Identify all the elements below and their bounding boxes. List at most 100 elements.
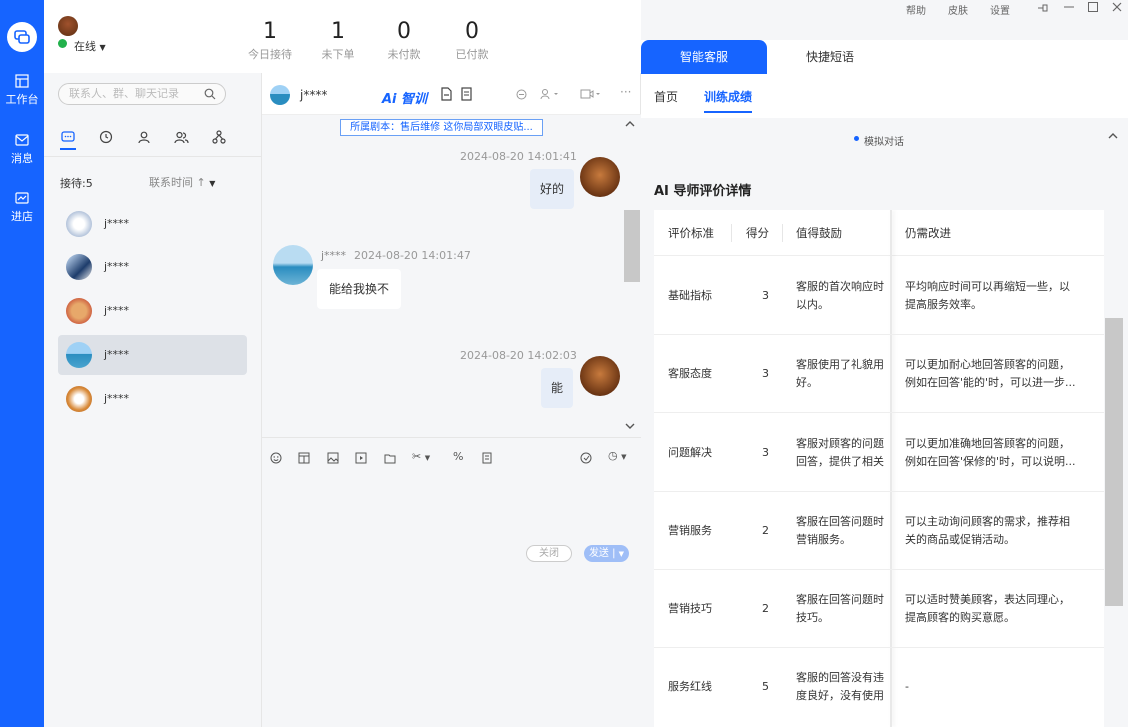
image-icon[interactable] [327,452,339,464]
report-icon[interactable] [460,87,473,101]
help-link[interactable]: 帮助 [906,2,926,17]
skin-link[interactable]: 皮肤 [948,2,968,17]
chevron-up-icon[interactable] [625,120,635,127]
subtab-home[interactable]: 首页 [654,88,678,105]
cell-good: 营销服务。 [796,533,851,546]
search-icon[interactable] [204,88,216,100]
chevron-up-icon[interactable] [1108,132,1118,139]
contact-item[interactable]: j**** [58,291,247,331]
tab-quick-phrases[interactable]: 快捷短语 [767,40,893,74]
rail-item-store[interactable]: 进店 [0,191,44,224]
send-label: 发送 [588,548,609,559]
message-bubble: 能 [541,368,574,408]
cell-good: 度良好，没有使用 [796,689,884,702]
message-input[interactable]: 关闭 发送 | ▼ [262,477,641,727]
pin-icon[interactable] [1037,3,1049,13]
cell-score: 2 [762,602,769,615]
contact-icon[interactable] [137,130,151,144]
message-time: 2024-08-20 14:01:47 [354,249,471,262]
message-time: 2024-08-20 14:02:03 [460,349,577,362]
cell-score: 5 [762,680,769,693]
cell-criterion: 服务红线 [668,680,712,693]
chat-panel: j**** Ai 智训 ··· 所属剧本：售后维修 这你局部双眼皮贴... 20… [262,73,641,727]
video-file-icon[interactable] [355,452,367,464]
close-button[interactable]: 关闭 [526,545,572,562]
rail-item-workbench[interactable]: 工作台 [0,74,44,107]
cell-good: 客服的回答没有违 [796,671,884,684]
col-criterion: 评价标准 [668,226,714,240]
avatar [66,298,92,324]
close-icon[interactable] [1112,2,1122,12]
cell-good: 以内。 [796,298,829,311]
scrollbar-thumb[interactable] [1105,318,1123,606]
stat-value: 1 [331,19,345,44]
sort-label: 联系时间 [149,176,193,189]
org-icon[interactable] [212,130,226,144]
table-row: 营销服务 2 客服在回答问题时 营销服务。 可以主动询问顾客的需求，推荐相 关的… [654,492,1104,570]
folder-icon[interactable] [384,452,396,464]
simulated-dialog-label[interactable]: 模拟对话 [864,133,904,148]
rail-item-message[interactable]: 消息 [0,133,44,166]
stat-label: 已付款 [455,48,489,61]
video-icon[interactable] [580,88,602,100]
sort-dropdown[interactable]: 联系时间 ↑ ▼ [149,174,215,190]
caret-down-icon: ▼ [209,179,216,188]
message-icon [15,134,29,146]
history-icon[interactable] [99,130,113,144]
stat-unpaid: 0 未付款 [374,20,434,62]
settings-link[interactable]: 设置 [990,2,1010,17]
stat-today: 1 今日接待 [240,20,300,62]
emoji-icon[interactable] [270,452,282,464]
app-logo [7,22,37,52]
note-icon[interactable] [481,452,493,464]
contact-item-selected[interactable]: j**** [58,335,247,375]
document-icon[interactable] [440,87,453,101]
tab-smart-service[interactable]: 智能客服 [641,40,767,74]
contact-name: j**** [104,392,130,405]
evaluation-table: 评价标准 得分 值得鼓励 仍需改进 基础指标 3 客服的首次响应时 以内。 平均… [654,210,1104,727]
subtab-training-results[interactable]: 训练成绩 [704,88,752,105]
right-panel: 帮助 皮肤 设置 智能客服 快捷短语 首页 训练成绩 模拟对话 AI 导师评价详… [641,0,1128,727]
cell-criterion: 营销技巧 [668,602,712,615]
cell-criterion: 问题解决 [668,446,712,459]
contact-name: j**** [104,348,130,361]
chat-tab-icon[interactable] [61,130,75,144]
table-row: 基础指标 3 客服的首次响应时 以内。 平均响应时间可以再缩短一些，以 提高服务… [654,256,1104,335]
scissors-icon[interactable]: ✂ ▼ [412,450,430,463]
col-divider [782,224,783,242]
divider [44,156,262,157]
contact-name: j**** [104,304,130,317]
stat-label: 未付款 [387,48,421,61]
ai-training-label[interactable]: Ai 智训 [382,88,427,107]
cell-good: 好。 [796,376,818,389]
minimize-icon[interactable] [1064,6,1074,8]
contact-item[interactable]: j**** [58,247,247,287]
cell-criterion: 营销服务 [668,524,712,537]
status-label[interactable]: 在线 ▼ [74,38,106,54]
contact-item[interactable]: j**** [58,204,247,244]
script-banner[interactable]: 所属剧本：售后维修 这你局部双眼皮贴... [340,119,543,136]
cell-score: 3 [762,289,769,302]
maximize-icon[interactable] [1088,2,1098,12]
message-bubble: 能给我换不 [317,269,402,309]
minus-circle-icon[interactable] [516,89,527,100]
store-icon [15,192,29,204]
send-button[interactable]: 发送 | ▼ [584,545,629,562]
search-input[interactable]: 联系人、群、聊天记录 [58,83,226,105]
template-icon[interactable] [298,452,310,464]
reply-icon[interactable] [580,452,592,464]
user-avatar[interactable] [58,16,78,36]
more-icon[interactable]: ··· [620,85,631,99]
group-icon[interactable] [174,130,189,144]
scrollbar-thumb[interactable] [624,210,640,282]
cell-improve: 例如在回答'能的'时，可以进一步... [905,376,1076,389]
clock-menu-icon[interactable]: ◷ ▼ [608,449,627,462]
percent-icon[interactable]: % [453,450,463,463]
table-row: 问题解决 3 客服对顾客的问题 回答，提供了相关 可以更加准确地回答顾客的问题，… [654,413,1104,492]
user-menu-icon[interactable] [540,88,560,100]
avatar [580,157,620,197]
message-area: 所属剧本：售后维修 这你局部双眼皮贴... 2024-08-20 14:01:4… [262,115,641,437]
contact-item[interactable]: j**** [58,379,247,419]
stat-value: 0 [465,19,479,44]
chevron-down-icon[interactable] [625,423,635,430]
